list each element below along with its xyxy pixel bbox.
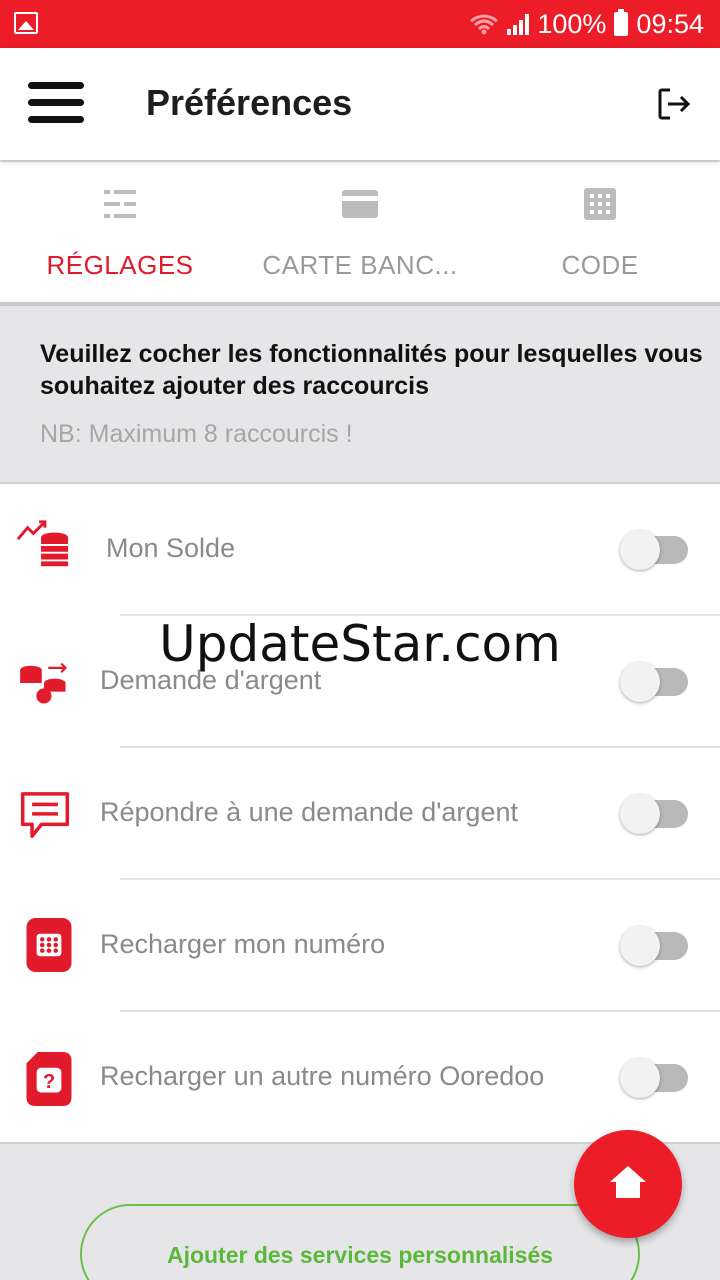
watermark-text: UpdateStar.com — [159, 615, 561, 673]
tab-code[interactable]: CODE — [480, 162, 720, 306]
row-label: Recharger mon numéro — [100, 929, 386, 959]
svg-text:?: ? — [43, 1071, 55, 1093]
add-custom-services-button[interactable]: Ajouter des services personnalisés — [80, 1204, 640, 1280]
battery-icon — [614, 9, 629, 36]
sim-recharge-icon — [26, 918, 72, 972]
signal-icon — [507, 13, 530, 35]
logout-icon[interactable] — [656, 86, 692, 122]
repondre-demande-toggle[interactable] — [620, 794, 688, 834]
shortcut-list: Mon Solde Demande d'argent Répondre à un… — [0, 484, 720, 1144]
mon-solde-toggle[interactable] — [620, 530, 688, 570]
tab-label: RÉGLAGES — [46, 250, 194, 280]
tab-label: CARTE BANC... — [262, 250, 458, 280]
home-fab-button[interactable] — [574, 1130, 682, 1238]
row-label: Recharger un autre numéro Ooredoo — [100, 1061, 545, 1091]
battery-percent: 100% — [537, 8, 607, 39]
wifi-icon — [470, 14, 499, 35]
keypad-icon — [584, 188, 616, 220]
credit-card-icon — [342, 190, 378, 218]
hamburger-menu-icon[interactable] — [28, 82, 84, 126]
row-label: Mon Solde — [106, 533, 236, 563]
tab-label: CODE — [561, 250, 639, 280]
intro-text: Veuillez cocher les fonctionnalités pour… — [40, 340, 703, 400]
sim-question-icon: ? — [26, 1052, 72, 1106]
tab-carte-bancaire[interactable]: CARTE BANC... — [240, 162, 480, 306]
list-item[interactable]: Mon Solde — [0, 484, 720, 616]
app-bar: Préférences — [0, 48, 720, 160]
sliders-icon — [104, 190, 136, 218]
recharger-numero-toggle[interactable] — [620, 926, 688, 966]
page-title: Préférences — [146, 82, 353, 123]
tab-bar: RÉGLAGES CARTE BANC... CODE — [0, 162, 720, 310]
tab-reglages[interactable]: RÉGLAGES — [0, 162, 240, 310]
home-icon — [610, 1166, 646, 1198]
image-icon — [14, 12, 38, 34]
balance-coins-icon — [16, 520, 69, 567]
list-item[interactable]: ? Recharger un autre numéro Ooredoo — [0, 1012, 720, 1144]
intro-note: NB: Maximum 8 raccourcis ! — [40, 420, 353, 448]
recharger-autre-numero-toggle[interactable] — [620, 1058, 688, 1098]
list-item[interactable]: Répondre à une demande d'argent — [0, 748, 720, 880]
clock: 09:54 — [636, 8, 704, 39]
status-right: 100% 09:54 — [469, 0, 704, 48]
list-item[interactable]: Recharger mon numéro — [0, 880, 720, 1012]
row-label: Répondre à une demande d'argent — [100, 797, 518, 827]
status-bar: 100% 09:54 — [0, 0, 720, 48]
intro-panel: Veuillez cocher les fonctionnalités pour… — [0, 306, 720, 484]
chat-reply-icon — [20, 792, 70, 838]
